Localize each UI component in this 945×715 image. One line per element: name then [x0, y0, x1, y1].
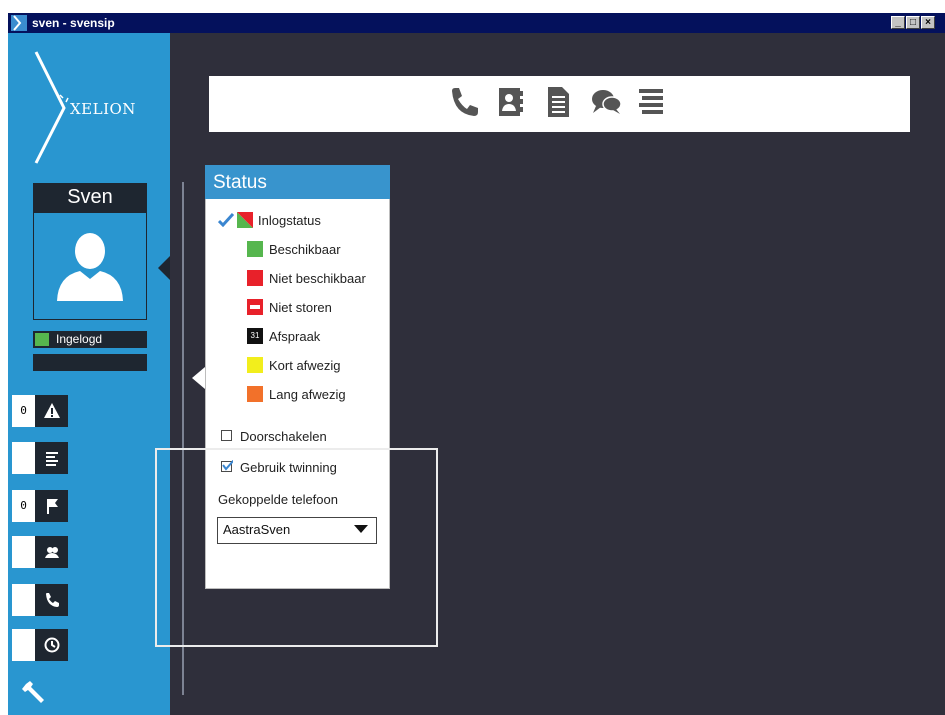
status-label: Ingelogd: [56, 332, 103, 346]
close-button[interactable]: ×: [921, 16, 935, 29]
alerts-count: 0: [12, 395, 35, 427]
status-item-label: Beschikbaar: [269, 242, 341, 257]
lang-afwezig-swatch: [247, 386, 263, 402]
history-count: [12, 629, 35, 661]
list-button[interactable]: [35, 442, 68, 474]
top-toolbar: [209, 76, 910, 132]
wrench-icon: [22, 681, 44, 703]
user-avatar-icon: [57, 233, 123, 301]
forward-checkbox[interactable]: [221, 430, 232, 441]
phone-icon: [46, 593, 59, 607]
status-item-beschikbaar[interactable]: Beschikbaar: [218, 240, 378, 260]
window-title: sven - svensip: [32, 16, 115, 30]
checkmark-icon: [218, 213, 234, 227]
logo-text: XELION: [70, 100, 136, 118]
contacts-button[interactable]: [35, 536, 68, 568]
popup-title: Status: [213, 172, 267, 193]
status-item-label: Niet storen: [269, 300, 332, 315]
status-item-label: Lang afwezig: [269, 387, 346, 402]
chat-icon[interactable]: [589, 82, 623, 122]
list-count: [12, 442, 35, 474]
card-pointer: [158, 256, 170, 280]
app-icon: [11, 15, 27, 31]
status-color-chip: [35, 333, 49, 346]
status-item-label: Inlogstatus: [258, 213, 321, 228]
inlogstatus-swatch: [237, 212, 253, 228]
status-item-afspraak[interactable]: 31 Afspraak: [218, 327, 378, 347]
status-item-label: Kort afwezig: [269, 358, 341, 373]
document-icon[interactable]: [542, 82, 576, 122]
do-not-disturb-icon: [247, 299, 263, 315]
calendar-icon: 31: [247, 328, 263, 344]
menu-icon[interactable]: [634, 82, 668, 122]
phone-icon[interactable]: [447, 82, 481, 122]
status-item-kort-afwezig[interactable]: Kort afwezig: [218, 356, 378, 376]
user-name: Sven: [33, 183, 147, 212]
calls-count: [12, 584, 35, 616]
minimize-button[interactable]: _: [891, 16, 905, 29]
history-button[interactable]: [35, 629, 68, 661]
highlight-frame: [155, 448, 438, 647]
status-item-lang-afwezig[interactable]: Lang afwezig: [218, 385, 378, 405]
maximize-button[interactable]: □: [906, 16, 920, 29]
status-item-label: Afspraak: [269, 329, 321, 344]
forward-label: Doorschakelen: [240, 429, 327, 444]
status-item-inlogstatus[interactable]: Inlogstatus: [218, 211, 378, 231]
flag-icon: [47, 499, 58, 514]
status-item-niet-beschikbaar[interactable]: Niet beschikbaar: [218, 269, 378, 289]
avatar[interactable]: [33, 212, 147, 320]
list-icon: [46, 452, 58, 466]
flags-button[interactable]: [35, 490, 68, 522]
niet-beschikbaar-swatch: [247, 270, 263, 286]
kort-afwezig-swatch: [247, 357, 263, 373]
contacts-count: [12, 536, 35, 568]
addressbook-icon[interactable]: [494, 82, 528, 122]
popup-pointer: [192, 367, 205, 389]
status-item-label: Niet beschikbaar: [269, 271, 366, 286]
warning-icon: [44, 403, 60, 418]
calls-button[interactable]: [35, 584, 68, 616]
alerts-button[interactable]: [35, 395, 68, 427]
history-icon: [44, 637, 60, 653]
settings-button[interactable]: [20, 676, 50, 706]
beschikbaar-swatch: [247, 241, 263, 257]
forward-option[interactable]: Doorschakelen: [220, 427, 380, 447]
title-bar[interactable]: sven - svensip _ □ ×: [8, 13, 945, 33]
status-item-niet-storen[interactable]: Niet storen: [218, 298, 378, 318]
contacts-icon: [45, 547, 59, 558]
status-message-strip[interactable]: [33, 354, 147, 371]
flags-count: 0: [12, 490, 35, 522]
